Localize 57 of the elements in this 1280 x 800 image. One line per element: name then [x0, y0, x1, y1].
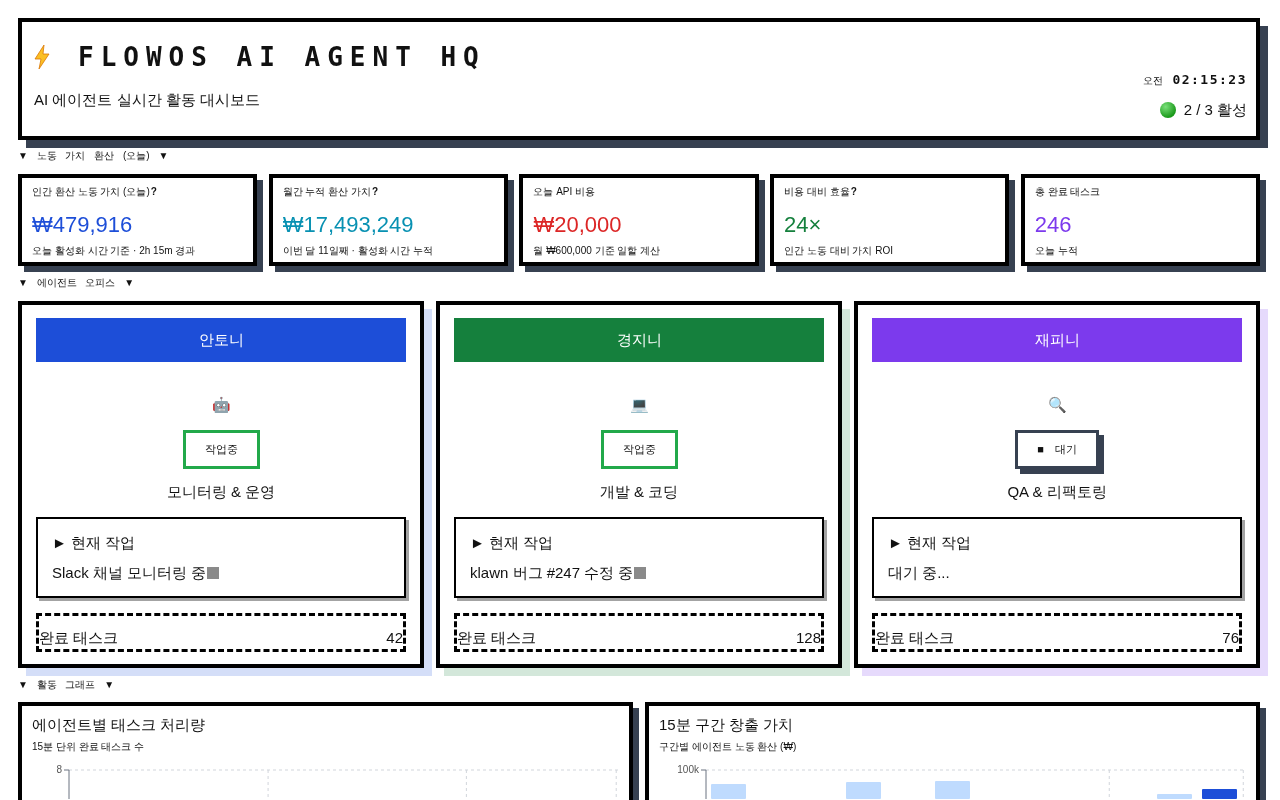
- metric-value: ₩17,493,249: [282, 211, 415, 239]
- help-mark[interactable]: ?: [850, 186, 857, 198]
- completed-label: 완료 태스크: [457, 628, 537, 648]
- agent-name-banner: 안토니: [36, 318, 406, 362]
- completed-label: 완료 태스크: [39, 628, 119, 648]
- chart-subtitle: 구간별 에이전트 노동 환산 (₩): [659, 741, 798, 753]
- metric-note: 월 ₩600,000 기준 일할 계산: [533, 245, 662, 257]
- clock-time: 02:15:23: [1172, 72, 1247, 88]
- metric-label: 총 완료 태스크: [1034, 186, 1101, 198]
- agent-emoji-icon: 💻: [629, 397, 649, 413]
- metric-note: 인간 노동 대비 가치 ROI: [784, 245, 894, 257]
- lightning-icon: [34, 45, 50, 69]
- chart-subtitle: 15분 단위 완료 태스크 수: [32, 741, 146, 753]
- completed-count: 42: [386, 628, 403, 648]
- metric-label: 월간 누적 환산 가치: [282, 186, 372, 198]
- task-heading: ► 현재 작업: [52, 533, 137, 553]
- task-heading: ► 현재 작업: [888, 533, 973, 553]
- status-dot-icon: [1159, 102, 1176, 118]
- metric-note: 오늘 활성화 시간 기준 · 2h 15m 경과: [32, 245, 197, 257]
- chart-title: 에이전트별 태스크 처리량: [32, 715, 207, 735]
- help-mark[interactable]: ?: [372, 186, 379, 198]
- agent-role: QA & 리팩토링: [1007, 482, 1107, 502]
- clock-period: 오전: [1143, 74, 1164, 88]
- metric-note: 이번 달 11일째 · 활성화 시간 누적: [282, 245, 435, 257]
- dashboard-subtitle: AI 에이전트 실시간 활동 대시보드: [34, 90, 261, 110]
- task-description: klawn 버그 #247 수정 중: [470, 563, 634, 583]
- agent-role: 개발 & 코딩: [599, 482, 679, 502]
- completed-label: 완료 태스크: [875, 628, 955, 648]
- y-axis-tick-label: 100k: [676, 765, 699, 775]
- metric-value: 246: [1034, 211, 1073, 239]
- agent-name-banner: 경지니: [454, 318, 824, 362]
- completed-count: 128: [795, 628, 821, 648]
- section-heading: ▼ 활동 그래프 ▼: [18, 679, 115, 691]
- help-mark[interactable]: ?: [150, 186, 157, 198]
- section-heading: ▼ 노동 가치 환산 (오늘) ▼: [18, 150, 169, 162]
- y-axis-tick-label: 8: [55, 765, 62, 775]
- task-description: 대기 중...: [888, 563, 950, 583]
- completed-count: 76: [1222, 628, 1239, 648]
- metric-label: 오늘 API 비용: [533, 186, 596, 198]
- agent-name-banner: 재피니: [872, 318, 1242, 362]
- task-heading: ► 현재 작업: [470, 533, 555, 553]
- agent-emoji-icon: 🤖: [211, 397, 231, 413]
- metric-label: 비용 대비 효율: [784, 186, 850, 198]
- metric-value: ₩20,000: [533, 211, 623, 239]
- section-heading: ▼ 에이전트 오피스 ▼: [18, 277, 135, 289]
- status-badge: 작업중: [600, 430, 678, 469]
- agent-role: 모니터링 & 운영: [166, 482, 276, 502]
- metric-note: 오늘 누적: [1034, 245, 1079, 257]
- agent-emoji-icon: 🔍: [1047, 397, 1067, 413]
- task-description: Slack 채널 모니터링 중: [52, 563, 207, 583]
- chart-title: 15분 구간 창출 가치: [659, 715, 795, 735]
- metric-value: 24×: [784, 211, 823, 239]
- active-agent-count: 2 / 3 활성: [1183, 100, 1247, 120]
- status-badge: 작업중: [182, 430, 260, 469]
- metric-value: ₩479,916: [32, 211, 134, 239]
- dashboard-title: FLOWOS AI AGENT HQ: [78, 41, 486, 73]
- metric-label: 인간 환산 노동 가치 (오늘): [32, 186, 150, 198]
